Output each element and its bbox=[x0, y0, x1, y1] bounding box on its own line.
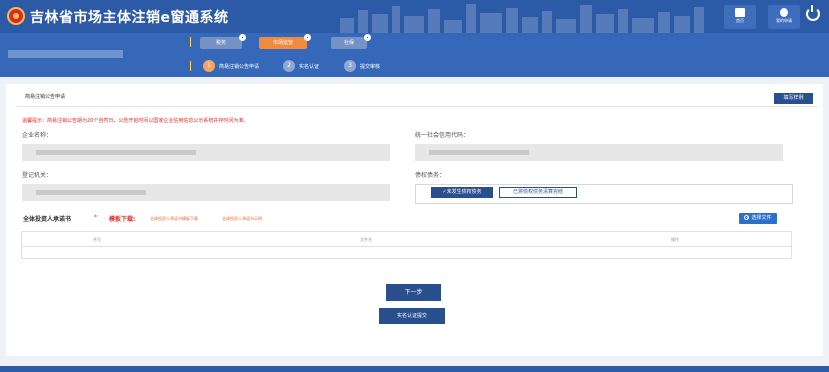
government-emblem-icon bbox=[7, 7, 25, 25]
choose-file-button[interactable]: + 选择文件 bbox=[739, 213, 777, 224]
column-header-filename: 文件名 bbox=[360, 237, 372, 242]
plus-icon: + bbox=[744, 215, 750, 220]
template-download-label: 模板下载: bbox=[109, 216, 136, 223]
company-name-field[interactable] bbox=[22, 144, 390, 161]
step-2-number: 2 bbox=[283, 60, 295, 72]
company-name-value-blurred bbox=[36, 150, 196, 155]
footer-bar bbox=[0, 366, 829, 372]
tab-social-label: 社保 bbox=[343, 40, 354, 46]
registration-authority-field[interactable] bbox=[22, 184, 390, 201]
debt-option-settled[interactable]: 已将债权债务清算完结 bbox=[499, 187, 577, 198]
step-2-label: 实名认证 bbox=[299, 64, 320, 70]
credit-code-field[interactable] bbox=[415, 144, 783, 161]
commitment-title: 全体投资人承诺书 bbox=[23, 216, 72, 223]
tab-market-supervision[interactable]: 市场监管 • bbox=[259, 34, 311, 49]
credit-code-value-blurred bbox=[429, 150, 529, 155]
example-link[interactable]: 全体投资人承诺书示例 bbox=[222, 216, 262, 222]
tab-social-security[interactable]: 社保 • bbox=[331, 34, 371, 49]
my-applications-label: 我的申请 bbox=[776, 18, 792, 23]
divider bbox=[17, 106, 817, 107]
skyline-decoration bbox=[340, 4, 704, 33]
fill-example-button[interactable]: 填写样例 bbox=[774, 93, 813, 104]
step-3-label: 提交审核 bbox=[360, 64, 381, 70]
notification-badge: • bbox=[364, 34, 371, 41]
app-title: 吉林省市场主体注销e窗通系统 bbox=[30, 10, 229, 26]
next-button[interactable]: 下一步 bbox=[386, 284, 441, 301]
choose-file-label: 选择文件 bbox=[751, 215, 772, 221]
divider bbox=[190, 61, 191, 71]
column-header-index: 序号 bbox=[93, 237, 101, 242]
file-table-body bbox=[21, 247, 792, 259]
required-mark: * bbox=[94, 214, 97, 221]
panel-title: 简易注销公告申请 bbox=[25, 94, 66, 100]
home-icon bbox=[735, 8, 745, 17]
tab-tax-label: 税务 bbox=[215, 40, 226, 46]
user-info-blurred bbox=[8, 50, 123, 58]
column-header-action: 操作 bbox=[671, 237, 679, 242]
debt-label: 债权债务： bbox=[415, 172, 446, 179]
divider bbox=[190, 37, 191, 47]
home-button[interactable]: 首页 bbox=[724, 5, 756, 29]
power-icon[interactable] bbox=[806, 5, 820, 21]
my-applications-button[interactable]: 我的申请 bbox=[768, 5, 800, 29]
debt-option-none[interactable]: ✓未发生债权债务 bbox=[431, 187, 493, 198]
tab-tax[interactable]: 税务 • bbox=[200, 34, 246, 49]
notification-badge: • bbox=[239, 34, 246, 41]
tab-market-label: 市场监管 bbox=[272, 40, 293, 46]
notification-badge: • bbox=[304, 34, 311, 41]
step-3-number: 3 bbox=[344, 60, 356, 72]
registration-authority-label: 登记机关： bbox=[22, 172, 53, 179]
authority-value-blurred bbox=[36, 190, 146, 195]
warning-notice: 温馨提示：简易注销公告期为20个自然日，公告开始时间以国家企业信用信息公示系统并… bbox=[22, 118, 249, 124]
step-1-label: 简易注销公告申请 bbox=[219, 64, 260, 70]
company-name-label: 企业名称： bbox=[22, 132, 53, 139]
sub-header bbox=[0, 33, 829, 77]
step-1-number: 1 bbox=[203, 60, 215, 72]
user-icon bbox=[780, 8, 788, 17]
credit-code-label: 统一社会信用代码： bbox=[415, 132, 470, 139]
verify-submit-button[interactable]: 实名认证提交 bbox=[379, 308, 445, 324]
home-label: 首页 bbox=[736, 18, 744, 23]
template-download-link[interactable]: 全体投资人承诺书模板下载 bbox=[150, 216, 198, 222]
